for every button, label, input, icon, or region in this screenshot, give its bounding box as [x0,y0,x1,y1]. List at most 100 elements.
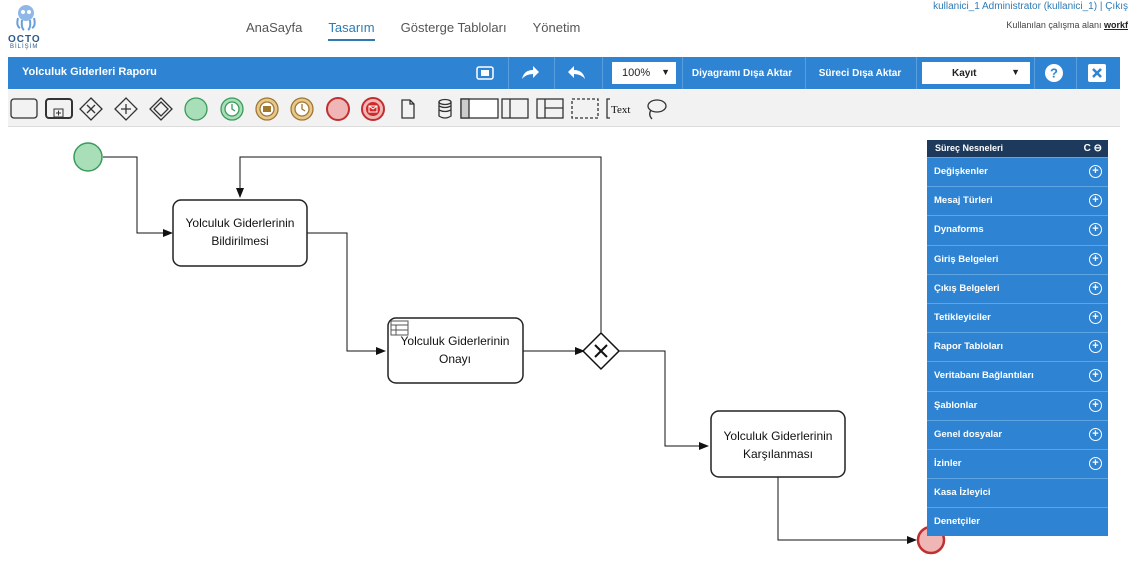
redo-icon [522,66,539,79]
octopus-icon [16,5,36,31]
vertical-lane-tool-icon[interactable] [536,98,564,119]
fullscreen-icon [476,66,494,80]
user-info[interactable]: kullanici_1 Administrator (kullanici_1) … [933,1,1128,12]
plus-circle-icon[interactable]: + [1089,223,1102,237]
sequence-flow[interactable] [619,350,709,450]
task-label-line1: Yolculuk Giderlerinin [724,429,833,443]
lane-tool-icon[interactable] [501,98,529,119]
nav-admin[interactable]: Yönetim [533,20,581,41]
plus-circle-icon[interactable]: + [1089,165,1102,178]
save-select[interactable]: Kayıt ▼ [922,62,1030,84]
subprocess-tool-icon[interactable] [45,98,73,119]
workspace-info: Kullanılan çalışma alanı workf [1006,20,1128,30]
exclusive-gateway[interactable] [581,331,621,371]
start-event-tool-icon[interactable] [184,97,208,121]
top-bar: OCTO BİLİŞİM AnaSayfa Tasarım Gösterge T… [0,0,1128,56]
zoom-select[interactable]: 100% ▼ [612,62,676,84]
panel-item-label: Genel dosyalar [934,428,1003,440]
fullscreen-button[interactable] [468,57,502,89]
end-message-event-tool-icon[interactable] [361,97,385,121]
chevron-down-icon: ▼ [1011,67,1020,77]
close-button[interactable] [1082,57,1112,89]
panel-item-label: Kasa İzleyici [934,487,991,499]
data-object-tool-icon[interactable] [401,99,415,119]
start-event[interactable] [73,142,103,172]
close-square-icon [1088,64,1106,82]
panel-item-case-tracker[interactable]: Kasa İzleyici [927,478,1108,507]
panel-item-triggers[interactable]: Tetikleyiciler + [927,302,1108,332]
question-circle-icon: ? [1045,64,1063,82]
plus-circle-icon[interactable]: + [1089,427,1102,441]
plus-circle-icon[interactable]: + [1089,252,1102,266]
task-approve-expenses[interactable]: Yolculuk Giderlerinin Onayı [387,317,524,384]
sequence-flow[interactable] [103,156,173,237]
start-timer-event-tool-icon[interactable] [220,97,244,121]
pool-tool-icon[interactable] [460,98,499,119]
panel-item-label: İzinler [934,457,962,469]
task-tool-icon[interactable] [10,98,38,119]
refresh-icon[interactable]: C [1084,143,1091,154]
panel-item-label: Rapor Tabloları [934,341,1003,353]
data-store-tool-icon[interactable] [438,98,452,119]
collapse-icon[interactable]: ⊖ [1094,143,1102,154]
shape-palette: Text [8,90,1120,127]
panel-item-label: Veritabanı Bağlantıları [934,370,1034,382]
panel-item-permissions[interactable]: İzinler + [927,448,1108,478]
export-process-button[interactable]: Süreci Dışa Aktar [808,57,912,89]
panel-item-templates[interactable]: Şablonlar + [927,390,1108,420]
panel-item-report-tables[interactable]: Rapor Tabloları + [927,332,1108,361]
panel-header: Süreç Nesneleri C ⊖ [927,140,1108,157]
end-event-tool-icon[interactable] [326,97,350,121]
zoom-value: 100% [622,67,651,79]
panel-item-public-files[interactable]: Genel dosyalar + [927,419,1108,449]
text-tool-label[interactable]: Text [611,104,630,116]
logo[interactable]: OCTO BİLİŞİM [8,4,42,50]
plus-circle-icon[interactable]: + [1089,310,1102,324]
panel-item-label: Denetçiler [934,516,980,528]
nav-dashboards[interactable]: Gösterge Tabloları [401,20,507,41]
undo-icon [568,66,585,79]
plus-circle-icon[interactable]: + [1089,398,1102,412]
task-reimburse-expenses[interactable]: Yolculuk Giderlerinin Karşılanması [710,410,846,478]
nav-design[interactable]: Tasarım [328,20,375,41]
redo-button[interactable] [513,57,547,89]
panel-controls: C ⊖ [1084,140,1102,157]
panel-item-label: Tetikleyiciler [934,311,991,323]
task-label-line2: Karşılanması [743,447,813,461]
undo-button[interactable] [560,57,594,89]
group-tool-icon[interactable] [571,98,599,119]
svg-text:?: ? [1050,66,1058,81]
sequence-flow[interactable] [777,477,917,544]
sequence-flow[interactable] [307,232,386,355]
panel-item-label: Değişkenler [934,166,988,177]
designer-toolbar: Yolculuk Giderleri Raporu 100% ▼ Diyagram… [8,57,1120,89]
workspace-label: Kullanılan çalışma alanı [1006,20,1102,30]
panel-item-supervisors[interactable]: Denetçiler [927,507,1108,536]
intermediate-message-event-tool-icon[interactable] [255,97,279,121]
intermediate-timer-event-tool-icon[interactable] [290,97,314,121]
exclusive-gateway-tool-icon[interactable] [79,97,103,121]
plus-circle-icon[interactable]: + [1089,194,1102,208]
parallel-gateway-tool-icon[interactable] [114,97,138,121]
export-diagram-button[interactable]: Diyagramı Dışa Aktar [684,57,800,89]
workspace-link[interactable]: workf [1104,20,1128,30]
panel-item-variables[interactable]: Değişkenler + [927,157,1108,186]
panel-item-input-documents[interactable]: Giriş Belgeleri + [927,244,1108,274]
plus-circle-icon[interactable]: + [1089,369,1102,383]
help-button[interactable]: ? [1036,57,1072,89]
inclusive-gateway-tool-icon[interactable] [149,97,173,121]
panel-item-label: Mesaj Türleri [934,195,993,207]
panel-item-dynaforms[interactable]: Dynaforms + [927,215,1108,244]
lasso-tool-icon[interactable] [647,99,667,120]
process-title: Yolculuk Giderleri Raporu [22,66,157,78]
panel-item-db-connections[interactable]: Veritabanı Bağlantıları + [927,361,1108,390]
chevron-down-icon: ▼ [661,67,670,77]
plus-circle-icon[interactable]: + [1089,456,1102,470]
panel-item-output-documents[interactable]: Çıkış Belgeleri + [927,273,1108,303]
panel-item-message-types[interactable]: Mesaj Türleri + [927,186,1108,215]
plus-circle-icon[interactable]: + [1089,281,1102,295]
nav-home[interactable]: AnaSayfa [246,20,302,41]
plus-circle-icon[interactable]: + [1089,340,1102,354]
task-report-expenses[interactable]: Yolculuk Giderlerinin Bildirilmesi [172,199,308,267]
text-annotation-tool-icon[interactable] [606,98,610,119]
